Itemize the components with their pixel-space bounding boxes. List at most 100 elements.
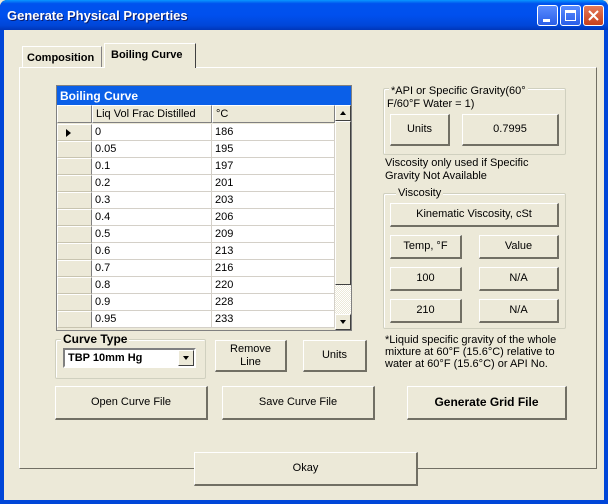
- table-row[interactable]: 0.5 209: [57, 226, 335, 243]
- footnote-line3: water at 60°F (15.6°C) or API No.: [385, 358, 548, 370]
- title-bar[interactable]: Generate Physical Properties: [0, 0, 608, 30]
- generate-grid-file-button[interactable]: Generate Grid File: [407, 386, 567, 420]
- table-row[interactable]: 0.8 220: [57, 277, 335, 294]
- cell-temp[interactable]: 197: [212, 158, 335, 175]
- row-selector[interactable]: [57, 311, 92, 328]
- table-row[interactable]: 0 186: [57, 124, 335, 141]
- grid-caption: Boiling Curve: [57, 86, 351, 105]
- cell-temp[interactable]: 216: [212, 260, 335, 277]
- close-icon: [588, 10, 599, 21]
- row-selector[interactable]: [57, 209, 92, 226]
- viscosity-value-header-button[interactable]: Value: [479, 235, 559, 259]
- gravity-units-button[interactable]: Units: [390, 114, 450, 146]
- units-button[interactable]: Units: [303, 340, 367, 372]
- row-selector[interactable]: [57, 175, 92, 192]
- minimize-icon: [543, 19, 550, 22]
- table-row[interactable]: 0.95 233: [57, 311, 335, 328]
- cell-temp[interactable]: 213: [212, 243, 335, 260]
- cell-liq-vol[interactable]: 0.3: [92, 192, 212, 209]
- cell-liq-vol[interactable]: 0.7: [92, 260, 212, 277]
- table-row[interactable]: 0.2 201: [57, 175, 335, 192]
- viscosity-label: Viscosity: [396, 187, 444, 199]
- remove-line-label-1: Remove: [230, 342, 271, 355]
- viscosity-note-line1: Viscosity only used if Specific: [385, 157, 529, 169]
- cell-liq-vol[interactable]: 0.1: [92, 158, 212, 175]
- row-selector[interactable]: [57, 260, 92, 277]
- table-row[interactable]: 0.1 197: [57, 158, 335, 175]
- maximize-icon: [565, 10, 576, 21]
- chevron-down-icon: [183, 356, 189, 360]
- save-curve-file-button[interactable]: Save Curve File: [222, 386, 375, 420]
- table-row[interactable]: 0.3 203: [57, 192, 335, 209]
- viscosity-value-210-button[interactable]: N/A: [479, 299, 559, 323]
- cell-temp[interactable]: 228: [212, 294, 335, 311]
- row-selector[interactable]: [57, 192, 92, 209]
- cell-liq-vol[interactable]: 0.5: [92, 226, 212, 243]
- cell-liq-vol[interactable]: 0.95: [92, 311, 212, 328]
- grid-scrollbar[interactable]: [335, 105, 351, 330]
- cell-temp[interactable]: 233: [212, 311, 335, 328]
- minimize-button[interactable]: [537, 5, 558, 26]
- cell-liq-vol[interactable]: 0.9: [92, 294, 212, 311]
- cell-liq-vol[interactable]: 0.6: [92, 243, 212, 260]
- cell-temp[interactable]: 206: [212, 209, 335, 226]
- table-row[interactable]: 0.9 228: [57, 294, 335, 311]
- arrow-up-icon: [340, 111, 346, 115]
- cell-liq-vol[interactable]: 0.8: [92, 277, 212, 294]
- cell-temp[interactable]: 201: [212, 175, 335, 192]
- cell-liq-vol[interactable]: 0: [92, 124, 212, 141]
- gravity-value-button[interactable]: 0.7995: [462, 114, 559, 146]
- window-title: Generate Physical Properties: [7, 8, 188, 23]
- cell-temp[interactable]: 203: [212, 192, 335, 209]
- table-row[interactable]: 0.4 206: [57, 209, 335, 226]
- boiling-curve-grid[interactable]: Boiling Curve Liq Vol Frac Distilled °C …: [56, 85, 352, 331]
- scroll-down-button[interactable]: [335, 314, 351, 330]
- cell-liq-vol[interactable]: 0.4: [92, 209, 212, 226]
- row-selector[interactable]: [57, 141, 92, 158]
- table-row[interactable]: 0.7 216: [57, 260, 335, 277]
- cell-liq-vol[interactable]: 0.2: [92, 175, 212, 192]
- column-header-temp[interactable]: °C: [212, 105, 335, 123]
- open-curve-file-button[interactable]: Open Curve File: [55, 386, 208, 420]
- table-row[interactable]: 0.05 195: [57, 141, 335, 158]
- curve-type-dropdown-button[interactable]: [178, 350, 194, 366]
- viscosity-temp-header-button[interactable]: Temp, °F: [390, 235, 462, 259]
- curve-type-value: TBP 10mm Hg: [68, 352, 143, 364]
- remove-line-button[interactable]: Remove Line: [215, 340, 287, 372]
- viscosity-note-line2: Gravity Not Available: [385, 170, 487, 182]
- row-selector-header: [57, 105, 92, 123]
- tab-boiling-curve[interactable]: Boiling Curve: [104, 43, 196, 68]
- row-selector[interactable]: [57, 124, 92, 141]
- scroll-up-button[interactable]: [335, 105, 351, 121]
- viscosity-temp-100-button[interactable]: 100: [390, 267, 462, 291]
- current-row-icon: [66, 129, 71, 137]
- table-row[interactable]: 0.6 213: [57, 243, 335, 260]
- curve-type-select[interactable]: TBP 10mm Hg: [63, 348, 196, 368]
- footnote-line2: mixture at 60°F (15.6°C) relative to: [385, 346, 555, 358]
- cell-liq-vol[interactable]: 0.05: [92, 141, 212, 158]
- row-selector[interactable]: [57, 243, 92, 260]
- okay-button[interactable]: Okay: [194, 452, 418, 486]
- cell-temp[interactable]: 209: [212, 226, 335, 243]
- gravity-label-line2: F/60°F Water = 1): [387, 98, 475, 110]
- close-button[interactable]: [583, 5, 604, 26]
- cell-temp[interactable]: 195: [212, 141, 335, 158]
- cell-temp[interactable]: 220: [212, 277, 335, 294]
- row-selector[interactable]: [57, 277, 92, 294]
- viscosity-temp-210-button[interactable]: 210: [390, 299, 462, 323]
- scroll-thumb[interactable]: [335, 121, 351, 285]
- row-selector[interactable]: [57, 226, 92, 243]
- row-selector[interactable]: [57, 294, 92, 311]
- gravity-label-line1: *API or Specific Gravity(60°: [389, 85, 528, 97]
- cell-temp[interactable]: 186: [212, 124, 335, 141]
- viscosity-value-100-button[interactable]: N/A: [479, 267, 559, 291]
- dialog-window: Generate Physical Properties Composition…: [0, 0, 608, 504]
- tab-composition[interactable]: Composition: [22, 46, 102, 67]
- footnote-line1: *Liquid specific gravity of the whole: [385, 334, 557, 346]
- dialog-client: Composition Boiling Curve Boiling Curve …: [4, 30, 604, 500]
- maximize-button[interactable]: [560, 5, 581, 26]
- viscosity-type-button[interactable]: Kinematic Viscosity, cSt: [390, 203, 559, 227]
- row-selector[interactable]: [57, 158, 92, 175]
- column-header-liq-vol[interactable]: Liq Vol Frac Distilled: [92, 105, 212, 123]
- grid-header: Liq Vol Frac Distilled °C: [57, 105, 335, 124]
